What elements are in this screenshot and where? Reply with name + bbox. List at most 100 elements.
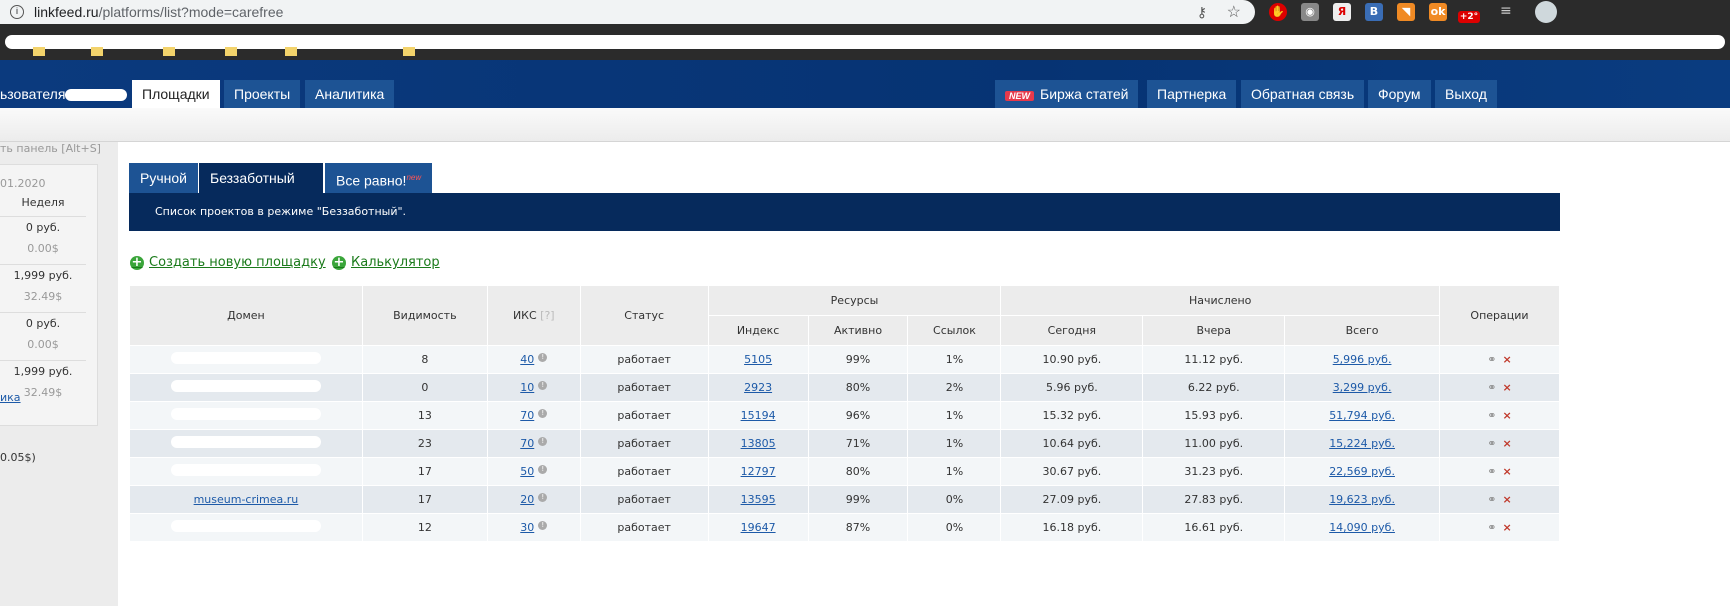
info-icon[interactable]: ! bbox=[538, 381, 548, 390]
weather-icon[interactable]: +2° bbox=[1458, 11, 1480, 23]
link-icon[interactable]: ⚭ bbox=[1487, 409, 1496, 422]
index-link[interactable]: 2923 bbox=[744, 381, 772, 394]
col-total[interactable]: Всего bbox=[1284, 315, 1440, 346]
domain-link-redacted[interactable] bbox=[170, 352, 321, 364]
visibility: 12 bbox=[361, 513, 488, 542]
folder-icon[interactable] bbox=[285, 47, 297, 56]
nav-logout[interactable]: Выход bbox=[1435, 80, 1497, 109]
iks-link[interactable]: 70 bbox=[520, 437, 534, 450]
index-link[interactable]: 19647 bbox=[741, 521, 776, 534]
delete-icon[interactable]: × bbox=[1503, 521, 1512, 534]
info-icon[interactable]: i bbox=[10, 5, 24, 19]
nav-partner[interactable]: Партнерка bbox=[1147, 80, 1237, 109]
col-links[interactable]: Ссылок bbox=[907, 315, 1002, 346]
total-link[interactable]: 22,569 руб. bbox=[1329, 465, 1395, 478]
create-platform-link[interactable]: + Создать новую площадку bbox=[130, 255, 326, 270]
info-icon[interactable]: ! bbox=[538, 437, 548, 446]
link-icon[interactable]: ⚭ bbox=[1487, 493, 1496, 506]
info-icon[interactable]: ! bbox=[538, 409, 548, 418]
index-link[interactable]: 13595 bbox=[741, 493, 776, 506]
nav-projects[interactable]: Проекты bbox=[224, 80, 301, 109]
vk-icon[interactable]: B bbox=[1365, 3, 1383, 21]
col-today[interactable]: Сегодня bbox=[1000, 315, 1144, 346]
key-icon[interactable]: ⚷ bbox=[1197, 4, 1207, 21]
delete-icon[interactable]: × bbox=[1503, 493, 1512, 506]
iks-link[interactable]: 20 bbox=[520, 493, 534, 506]
rss-icon[interactable]: ◥ bbox=[1397, 3, 1415, 21]
col-domain[interactable]: Домен bbox=[129, 285, 363, 346]
domain-link-redacted[interactable] bbox=[170, 520, 321, 532]
delete-icon[interactable]: × bbox=[1503, 381, 1512, 394]
total-link[interactable]: 14,090 руб. bbox=[1329, 521, 1395, 534]
link-icon[interactable]: ⚭ bbox=[1487, 381, 1496, 394]
folder-icon[interactable] bbox=[33, 47, 45, 56]
domain-link[interactable]: museum-crimea.ru bbox=[194, 493, 299, 506]
nav-forum[interactable]: Форум bbox=[1368, 80, 1431, 109]
col-active[interactable]: Активно bbox=[807, 315, 909, 346]
folder-icon[interactable] bbox=[91, 47, 103, 56]
nav-platforms[interactable]: Площадки bbox=[132, 80, 220, 109]
index-link[interactable]: 15194 bbox=[741, 409, 776, 422]
link-icon[interactable]: ⚭ bbox=[1487, 353, 1496, 366]
adblock-icon[interactable]: ✋ bbox=[1269, 3, 1287, 21]
col-visibility[interactable]: Видимость bbox=[361, 285, 488, 346]
info-icon[interactable]: ! bbox=[538, 493, 548, 502]
nav-analytics[interactable]: Аналитика bbox=[305, 80, 395, 109]
table-row: museum-crimea.ru 17 20! работает 13595 9… bbox=[129, 485, 1560, 514]
iks-link[interactable]: 40 bbox=[520, 353, 534, 366]
col-index[interactable]: Индекс bbox=[707, 315, 809, 346]
delete-icon[interactable]: × bbox=[1503, 353, 1512, 366]
domain-link-redacted[interactable] bbox=[170, 380, 321, 392]
total-link[interactable]: 19,623 руб. bbox=[1329, 493, 1395, 506]
delete-icon[interactable]: × bbox=[1503, 465, 1512, 478]
total-link[interactable]: 51,794 руб. bbox=[1329, 409, 1395, 422]
today: 15.32 руб. bbox=[1000, 401, 1144, 430]
star-icon[interactable]: ☆ bbox=[1227, 2, 1241, 22]
tab-manual[interactable]: Ручной bbox=[129, 163, 198, 193]
total-link[interactable]: 3,299 руб. bbox=[1333, 381, 1392, 394]
index-link[interactable]: 12797 bbox=[741, 465, 776, 478]
info-icon[interactable]: ! bbox=[538, 521, 548, 530]
index-link[interactable]: 5105 bbox=[744, 353, 772, 366]
tab-carefree[interactable]: Беззаботный bbox=[198, 163, 324, 193]
iks-link[interactable]: 30 bbox=[520, 521, 534, 534]
tab-whatever[interactable]: Все равно!new bbox=[325, 163, 433, 193]
hide-panel-link[interactable]: ть панель [Alt+S] bbox=[0, 142, 101, 155]
index-link[interactable]: 13805 bbox=[741, 437, 776, 450]
calculator-link[interactable]: + Калькулятор bbox=[332, 255, 440, 270]
today: 27.09 руб. bbox=[1000, 485, 1144, 514]
col-yesterday[interactable]: Вчера bbox=[1142, 315, 1286, 346]
col-iks[interactable]: ИКС [?] bbox=[486, 285, 581, 346]
plus-icon: + bbox=[332, 254, 346, 270]
info-icon[interactable]: ! bbox=[538, 353, 548, 362]
folder-icon[interactable] bbox=[163, 47, 175, 56]
total-link[interactable]: 15,224 руб. bbox=[1329, 437, 1395, 450]
table-row: 17 50! работает 12797 80% 1% 30.67 руб. … bbox=[129, 457, 1560, 486]
stats-value-usd: 0.00$ bbox=[27, 338, 59, 351]
yandex-icon[interactable]: Я bbox=[1333, 3, 1351, 21]
address-bar[interactable]: i linkfeed.ru/platforms/list?mode=carefr… bbox=[0, 0, 1255, 24]
stats-link[interactable]: ика bbox=[0, 391, 21, 404]
odnoklassniki-icon[interactable]: ok bbox=[1429, 3, 1447, 21]
nav-article-exchange[interactable]: NEW Биржа статей bbox=[995, 80, 1139, 109]
extension-icon[interactable]: ◉ bbox=[1301, 3, 1319, 21]
total-link[interactable]: 5,996 руб. bbox=[1333, 353, 1392, 366]
link-icon[interactable]: ⚭ bbox=[1487, 437, 1496, 450]
domain-link-redacted[interactable] bbox=[170, 436, 321, 448]
delete-icon[interactable]: × bbox=[1503, 437, 1512, 450]
domain-link-redacted[interactable] bbox=[170, 408, 321, 420]
media-icon[interactable]: ≡ bbox=[1500, 3, 1512, 19]
col-status[interactable]: Статус bbox=[579, 285, 709, 346]
link-icon[interactable]: ⚭ bbox=[1487, 465, 1496, 478]
delete-icon[interactable]: × bbox=[1503, 409, 1512, 422]
link-icon[interactable]: ⚭ bbox=[1487, 521, 1496, 534]
iks-link[interactable]: 10 bbox=[520, 381, 534, 394]
info-icon[interactable]: ! bbox=[538, 465, 548, 474]
domain-link-redacted[interactable] bbox=[170, 464, 321, 476]
folder-icon[interactable] bbox=[225, 47, 237, 56]
folder-icon[interactable] bbox=[403, 47, 415, 56]
iks-link[interactable]: 50 bbox=[520, 465, 534, 478]
nav-feedback[interactable]: Обратная связь bbox=[1241, 80, 1365, 109]
iks-link[interactable]: 70 bbox=[520, 409, 534, 422]
profile-avatar[interactable] bbox=[1535, 1, 1557, 23]
